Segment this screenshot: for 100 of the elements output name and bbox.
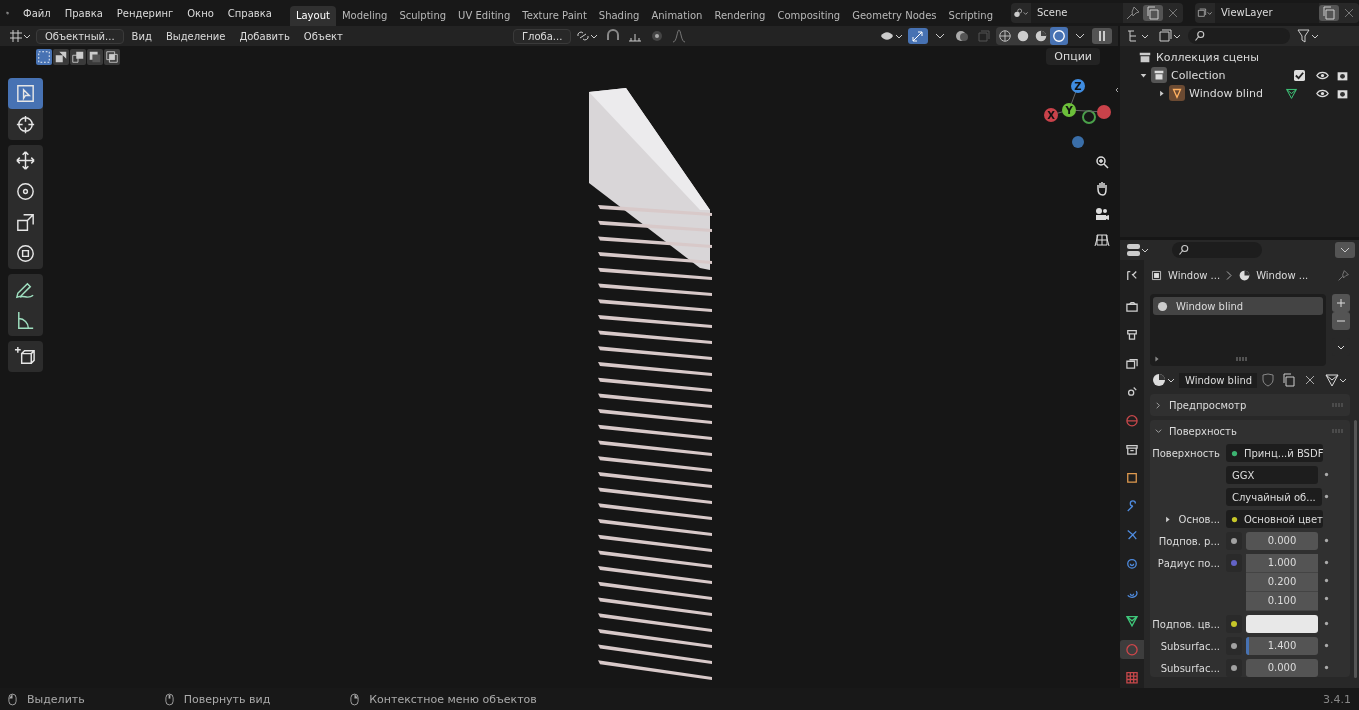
mouse-left-icon <box>8 692 17 706</box>
keyframe-dot-icon[interactable] <box>1323 621 1329 626</box>
keyframe-dot-icon[interactable] <box>1323 560 1329 565</box>
breadcrumb-item[interactable]: Window ... <box>1256 269 1309 281</box>
checkbox[interactable] <box>1294 69 1305 81</box>
workspace-tab[interactable]: Geometry Nodes <box>846 6 943 26</box>
menu-item[interactable]: Окно <box>181 5 220 21</box>
panel-chevron-icon[interactable] <box>1154 400 1163 410</box>
mesh-data-icon[interactable] <box>1284 86 1298 100</box>
outliner-item[interactable]: Коллекция сцены <box>1156 50 1259 64</box>
options-dropdown[interactable]: Опции <box>1046 48 1100 65</box>
outliner-item[interactable]: Collection <box>1171 68 1226 82</box>
breadcrumb-item[interactable]: Window ... <box>1168 269 1221 281</box>
status-hint: Выделить <box>27 692 85 706</box>
slot-name: Window blind <box>1176 300 1244 312</box>
material-name-field[interactable]: Window blind <box>1179 372 1257 388</box>
keyframe-dot-icon[interactable] <box>1323 472 1329 477</box>
number-field[interactable]: 0.100 <box>1246 592 1318 611</box>
add-slot-icon[interactable] <box>1332 294 1350 312</box>
search-field[interactable] <box>1188 28 1290 44</box>
mode-dropdown[interactable]: Объектный... <box>36 28 124 44</box>
pause-icon[interactable] <box>1092 28 1112 44</box>
select-tool-icon[interactable] <box>8 78 43 109</box>
property-label: Subsurfac... <box>1160 640 1220 652</box>
workspace-tab[interactable]: Rendering <box>708 6 772 26</box>
pin-icon[interactable] <box>1337 268 1350 282</box>
workspace-tab[interactable]: Animation <box>645 6 709 26</box>
workspace-tab[interactable]: Modeling <box>335 6 394 26</box>
keyframe-dot-icon[interactable] <box>1323 538 1329 543</box>
panel-title[interactable]: Поверхность <box>1169 425 1237 437</box>
menu-item[interactable]: Объект <box>297 28 349 44</box>
dropdown[interactable]: Случайный об... <box>1226 488 1322 506</box>
panel-chevron-icon[interactable] <box>1154 426 1163 436</box>
number-field[interactable]: 0.200 <box>1246 573 1318 592</box>
disclosure-triangle-icon[interactable] <box>1140 71 1147 79</box>
property-label: Поверхность <box>1152 447 1220 459</box>
material-tab-icon[interactable] <box>1120 639 1144 660</box>
drag-grip-icon[interactable] <box>1332 428 1344 434</box>
copy-icon[interactable] <box>1319 5 1339 21</box>
drag-grip-icon[interactable] <box>1332 402 1344 408</box>
expand-triangle-icon[interactable] <box>1153 355 1161 363</box>
outliner-item[interactable]: Window blind <box>1189 86 1263 100</box>
keyframe-dot-icon[interactable] <box>1323 643 1329 648</box>
workspace-tab[interactable]: Layout <box>289 6 336 26</box>
navigation-gizmo[interactable]: Z X Y <box>1040 76 1116 152</box>
expand-triangle-icon[interactable] <box>1163 515 1171 523</box>
scrollbar[interactable] <box>1354 420 1357 678</box>
scene-field[interactable]: Scene <box>1031 3 1123 23</box>
menu-item[interactable]: Рендеринг <box>110 5 180 21</box>
subtract-selection-icon[interactable] <box>70 48 86 65</box>
menu-item[interactable]: Выделение <box>159 28 232 44</box>
workspace-tab[interactable]: Texture Paint <box>516 6 593 26</box>
color-swatch[interactable] <box>1246 615 1318 633</box>
hand-icon[interactable] <box>1094 180 1110 196</box>
number-field[interactable]: 0.000 <box>1246 659 1318 677</box>
new-selection-icon[interactable] <box>36 48 52 65</box>
caret-icon[interactable] <box>1335 242 1355 258</box>
keyframe-dot-icon[interactable] <box>1323 494 1329 499</box>
keyframe-dot-icon[interactable] <box>1323 665 1329 670</box>
rendered-shading-icon[interactable] <box>1050 27 1068 45</box>
material-slot[interactable]: Window blind <box>1153 297 1323 315</box>
material-icon <box>1238 268 1252 282</box>
workspace-tab[interactable]: UV Editing <box>452 6 517 26</box>
resize-grip-icon[interactable] <box>1236 356 1248 362</box>
number-field[interactable]: 1.000 <box>1246 554 1318 573</box>
link-field[interactable]: Принц...й BSDF <box>1226 444 1324 462</box>
workspace-tab[interactable]: Scripting <box>942 6 999 26</box>
slider-field[interactable]: 1.400 <box>1246 637 1318 655</box>
workspace-tab[interactable]: Sculpting <box>393 6 453 26</box>
view-layer-field[interactable]: ViewLayer <box>1215 3 1319 23</box>
orientation-dropdown[interactable]: Глоба... <box>512 28 572 44</box>
dropdown[interactable]: GGX <box>1226 466 1318 484</box>
link-field[interactable]: Основной цвет <box>1226 510 1323 528</box>
status-hint: Повернуть вид <box>183 692 271 706</box>
menu-item[interactable]: Правка <box>58 5 109 21</box>
invert-selection-icon[interactable] <box>87 48 103 65</box>
workspace-tab[interactable]: Compositing <box>771 6 847 26</box>
extend-selection-icon[interactable] <box>53 48 69 65</box>
status-hint: Контекстное меню объектов <box>369 692 537 706</box>
remove-slot-icon[interactable] <box>1332 312 1350 330</box>
disclosure-triangle-icon[interactable] <box>1158 89 1165 97</box>
gizmo-toggle-icon[interactable] <box>908 28 928 44</box>
menu-item[interactable]: Файл <box>17 5 57 21</box>
wireframe-shading-icon[interactable] <box>996 27 1014 45</box>
grid-icon[interactable] <box>1094 232 1110 248</box>
zoom-icon[interactable] <box>1094 154 1110 170</box>
number-field[interactable]: 0.000 <box>1246 532 1318 550</box>
menu-item[interactable]: Справка <box>221 5 278 21</box>
keyframe-dot-icon[interactable] <box>1323 578 1329 583</box>
camera-icon[interactable] <box>1094 206 1110 222</box>
keyframe-dot-icon[interactable] <box>1323 596 1329 601</box>
property-label: Подпов. р... <box>1158 535 1220 547</box>
menu-item[interactable]: Добавить <box>233 28 296 44</box>
property-label: Подпов. цв... <box>1152 618 1220 630</box>
material-ball-icon <box>1157 300 1168 312</box>
search-field[interactable] <box>1172 242 1262 258</box>
copy-icon[interactable] <box>1143 5 1163 21</box>
workspace-tab[interactable]: Shading <box>592 6 646 26</box>
menu-item[interactable]: Вид <box>125 28 158 44</box>
intersect-selection-icon[interactable] <box>104 48 120 65</box>
